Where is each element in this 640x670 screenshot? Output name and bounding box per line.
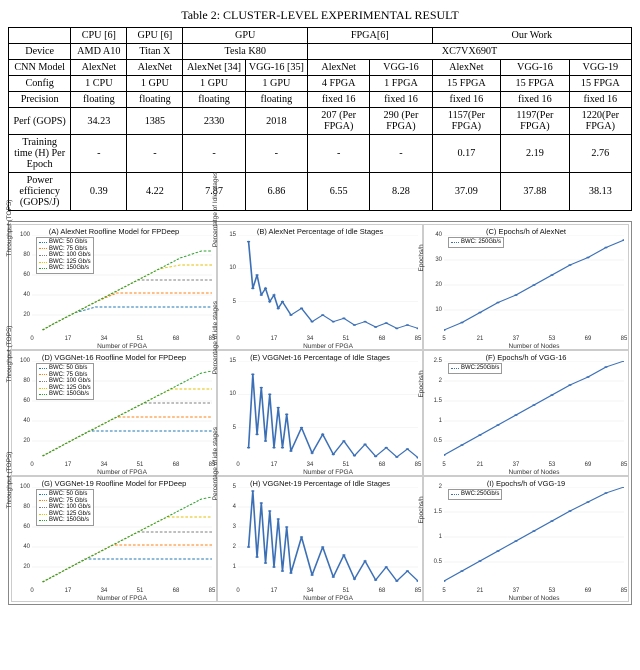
cell: VGG-16 [35] bbox=[245, 60, 307, 76]
row-label: Perf (GOPS) bbox=[9, 108, 71, 135]
cell: Tesla K80 bbox=[183, 44, 308, 60]
cell: 0.17 bbox=[432, 135, 501, 173]
col-gpu-span: GPU bbox=[183, 28, 308, 44]
chart-legend: BWC: 50 Gb/sBWC: 75 Gb/sBWC: 100 Gb/sBWC… bbox=[36, 489, 94, 526]
cell: 37.88 bbox=[501, 173, 570, 211]
cell: floating bbox=[183, 92, 245, 108]
cell: AlexNet bbox=[127, 60, 183, 76]
row-label: Power efficiency (GOPS/J) bbox=[9, 173, 71, 211]
cell: fixed 16 bbox=[501, 92, 570, 108]
cell: 6.55 bbox=[308, 173, 370, 211]
col-fpga-span: FPGA[6] bbox=[308, 28, 433, 44]
row-device: Device AMD A10 Titan X Tesla K80 XC7VX69… bbox=[9, 44, 632, 60]
cell: fixed 16 bbox=[308, 92, 370, 108]
cell: Titan X bbox=[127, 44, 183, 60]
cell: VGG-16 bbox=[501, 60, 570, 76]
cell: floating bbox=[245, 92, 307, 108]
row-label: Precision bbox=[9, 92, 71, 108]
cell: 8.28 bbox=[370, 173, 432, 211]
cell: - bbox=[370, 135, 432, 173]
chart-legend: BWC: 250Gb/s bbox=[448, 237, 504, 248]
row-label: Device bbox=[9, 44, 71, 60]
row-precision: Precision floatingfloatingfloatingfloati… bbox=[9, 92, 632, 108]
cell: floating bbox=[127, 92, 183, 108]
table-caption: Table 2: CLUSTER-LEVEL EXPERIMENTAL RESU… bbox=[8, 8, 632, 23]
col-cpu: CPU [6] bbox=[71, 28, 127, 44]
chart-A: (A) AlexNet Roofline Model for FPDeep204… bbox=[11, 224, 217, 350]
cell: AlexNet bbox=[71, 60, 127, 76]
cell: 4.22 bbox=[127, 173, 183, 211]
cell: 2.19 bbox=[501, 135, 570, 173]
chart-legend: BWC: 50 Gb/sBWC: 75 Gb/sBWC: 100 Gb/sBWC… bbox=[36, 237, 94, 274]
cell: fixed 16 bbox=[569, 92, 631, 108]
cell: floating bbox=[71, 92, 127, 108]
cell: 1 GPU bbox=[127, 76, 183, 92]
row-label: Training time (H) Per Epoch bbox=[9, 135, 71, 173]
cell: AlexNet bbox=[432, 60, 501, 76]
cell: 207 (Per FPGA) bbox=[308, 108, 370, 135]
cell: VGG-19 bbox=[569, 60, 631, 76]
cell: - bbox=[183, 135, 245, 173]
cell: - bbox=[71, 135, 127, 173]
col-gpu-single: GPU [6] bbox=[127, 28, 183, 44]
chart-G: (G) VGGNet-19 Roofline Model for FPDeep2… bbox=[11, 476, 217, 602]
chart-legend: BWC: 50 Gb/sBWC: 75 Gb/sBWC: 100 Gb/sBWC… bbox=[36, 363, 94, 400]
chart-C: (C) Epochs/h of AlexNet10203040Epochs/h5… bbox=[423, 224, 629, 350]
row-power-eff: Power efficiency (GOPS/J) 0.394.227.876.… bbox=[9, 173, 632, 211]
row-label: Config bbox=[9, 76, 71, 92]
cell: 38.13 bbox=[569, 173, 631, 211]
row-model: CNN Model AlexNetAlexNetAlexNet [34]VGG-… bbox=[9, 60, 632, 76]
cell: 1197(Per FPGA) bbox=[501, 108, 570, 135]
chart-H: (H) VGGNet-19 Percentage of Idle Stages1… bbox=[217, 476, 423, 602]
cell: 2.76 bbox=[569, 135, 631, 173]
results-table: CPU [6] GPU [6] GPU FPGA[6] Our Work Dev… bbox=[8, 27, 632, 211]
cell: 0.39 bbox=[71, 173, 127, 211]
cell: 2018 bbox=[245, 108, 307, 135]
cell: XC7VX690T bbox=[308, 44, 632, 60]
cell: 15 FPGA bbox=[501, 76, 570, 92]
cell: - bbox=[245, 135, 307, 173]
cell: 1220(Per FPGA) bbox=[569, 108, 631, 135]
cell: 1385 bbox=[127, 108, 183, 135]
cell: AlexNet bbox=[308, 60, 370, 76]
cell: - bbox=[308, 135, 370, 173]
chart-E: (E) VGGNet-16 Percentage of Idle Stages5… bbox=[217, 350, 423, 476]
chart-B: (B) AlexNet Percentage of Idle Stages510… bbox=[217, 224, 423, 350]
col-ourwork-span: Our Work bbox=[432, 28, 631, 44]
cell: 15 FPGA bbox=[432, 76, 501, 92]
cell: 37.09 bbox=[432, 173, 501, 211]
cell: fixed 16 bbox=[370, 92, 432, 108]
cell: 1 CPU bbox=[71, 76, 127, 92]
row-label: CNN Model bbox=[9, 60, 71, 76]
cell: 1157(Per FPGA) bbox=[432, 108, 501, 135]
cell: 34.23 bbox=[71, 108, 127, 135]
cell: 2330 bbox=[183, 108, 245, 135]
row-config: Config 1 CPU1 GPU1 GPU1 GPU4 FPGA1 FPGA1… bbox=[9, 76, 632, 92]
chart-legend: BWC:250Gb/s bbox=[448, 363, 502, 374]
chart-F: (F) Epochs/h of VGG-160.511.522.5Epochs/… bbox=[423, 350, 629, 476]
cell: 15 FPGA bbox=[569, 76, 631, 92]
cell: fixed 16 bbox=[432, 92, 501, 108]
cell: VGG-16 bbox=[370, 60, 432, 76]
cell: 1 FPGA bbox=[370, 76, 432, 92]
cell: AlexNet [34] bbox=[183, 60, 245, 76]
chart-D: (D) VGGNet-16 Roofline Model for FPDeep2… bbox=[11, 350, 217, 476]
chart-I: (I) Epochs/h of VGG-190.511.52Epochs/h52… bbox=[423, 476, 629, 602]
cell: 4 FPGA bbox=[308, 76, 370, 92]
cell: 1 GPU bbox=[245, 76, 307, 92]
charts-grid: (A) AlexNet Roofline Model for FPDeep204… bbox=[8, 221, 632, 605]
cell: - bbox=[127, 135, 183, 173]
cell: AMD A10 bbox=[71, 44, 127, 60]
cell: 6.86 bbox=[245, 173, 307, 211]
chart-legend: BWC:250Gb/s bbox=[448, 489, 502, 500]
row-perf: Perf (GOPS) 34.23138523302018207 (Per FP… bbox=[9, 108, 632, 135]
cell: 1 GPU bbox=[183, 76, 245, 92]
row-training-time: Training time (H) Per Epoch ------0.172.… bbox=[9, 135, 632, 173]
table-header-row: CPU [6] GPU [6] GPU FPGA[6] Our Work bbox=[9, 28, 632, 44]
cell: 290 (Per FPGA) bbox=[370, 108, 432, 135]
